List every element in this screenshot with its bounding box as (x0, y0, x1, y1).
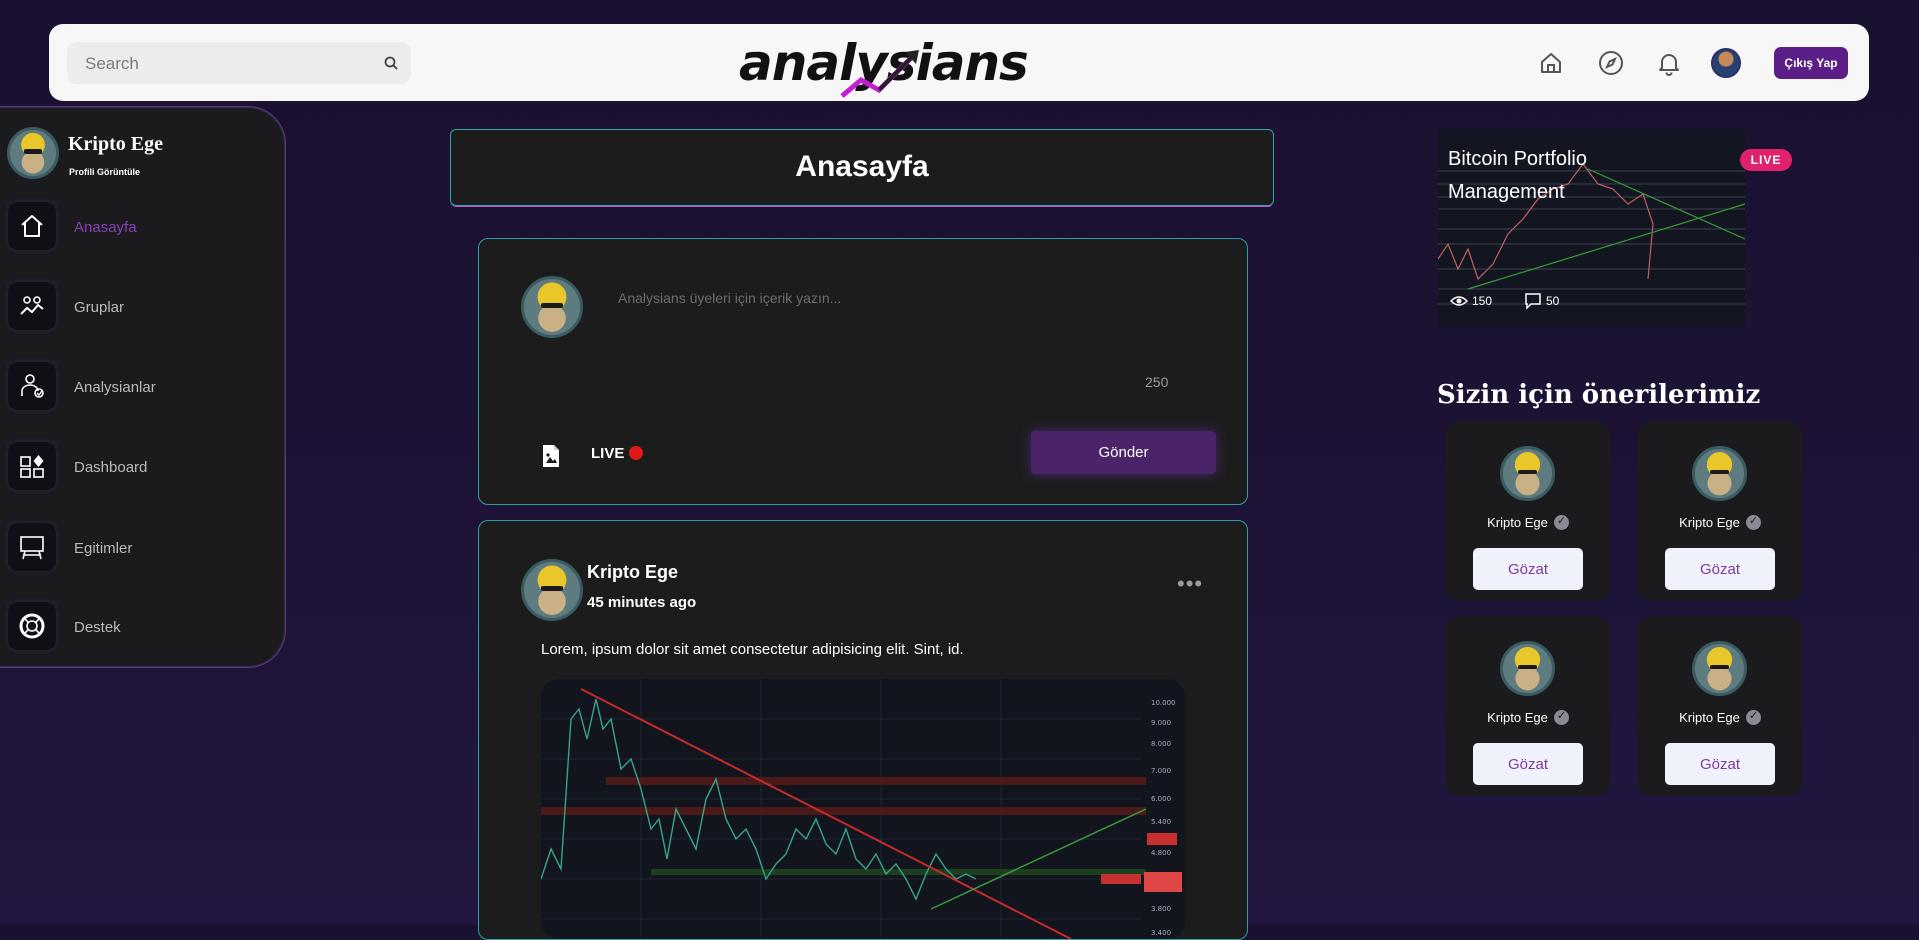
compose-card: Analysians üyeleri için içerik yazın... … (478, 238, 1248, 505)
attach-image-icon[interactable] (541, 444, 561, 468)
recommendation-card: Kripto Ege Gözat (1638, 616, 1802, 796)
svg-text:3.400: 3.400 (1151, 929, 1171, 937)
send-button[interactable]: Gönder (1031, 431, 1216, 474)
live-indicator[interactable] (629, 446, 643, 460)
recommendation-name: Kripto Ege (1638, 514, 1802, 530)
recommendation-name-text: Kripto Ege (1487, 710, 1548, 725)
svg-text:3.800: 3.800 (1151, 905, 1171, 913)
sidebar-item-label: Dashboard (74, 459, 148, 476)
live-label[interactable]: LIVE (591, 445, 624, 462)
analysians-logo[interactable]: analysians (739, 30, 1029, 98)
post-timestamp: 45 minutes ago (587, 594, 697, 611)
compass-icon[interactable] (1597, 49, 1625, 77)
svg-text:8.000: 8.000 (1151, 740, 1171, 748)
recommendation-card: Kripto Ege Gözat (1446, 421, 1610, 601)
page-title-box: Anasayfa (450, 129, 1274, 206)
chart-drawing: 10.000 9.000 8.000 7.000 6.000 5.400 4.8… (541, 679, 1182, 939)
browse-button[interactable]: Gözat (1473, 743, 1583, 785)
group-chart-icon (8, 282, 56, 330)
recommendation-card: Kripto Ege Gözat (1638, 421, 1802, 601)
comment-count: 50 (1524, 292, 1559, 310)
sidebar: Kripto Ege Profili Görüntüle Anasayfa Gr… (0, 106, 286, 668)
search-box (67, 42, 411, 86)
live-badge: LIVE (1740, 149, 1792, 171)
svg-text:4.800: 4.800 (1151, 849, 1171, 857)
search-icon[interactable] (383, 55, 399, 71)
svg-text:5.400: 5.400 (1151, 818, 1171, 826)
recommendation-name-text: Kripto Ege (1679, 710, 1740, 725)
compose-input[interactable]: Analysians üyeleri için içerik yazın... (618, 290, 841, 306)
post-author-name[interactable]: Kripto Ege (587, 562, 678, 583)
char-counter: 250 (1145, 374, 1169, 390)
browse-button[interactable]: Gözat (1665, 548, 1775, 590)
logout-button[interactable]: Çıkış Yap (1774, 47, 1848, 79)
recommendation-avatar[interactable] (1500, 641, 1555, 696)
sidebar-item-label: Analysianlar (74, 379, 156, 396)
verified-badge-icon (1745, 514, 1761, 530)
svg-text:7.000: 7.000 (1151, 767, 1171, 775)
verified-badge-icon (1745, 709, 1761, 725)
verified-badge-icon (1553, 514, 1569, 530)
verified-badge-icon (1553, 709, 1569, 725)
recommendation-name: Kripto Ege (1446, 709, 1610, 725)
post-card: Kripto Ege 45 minutes ago ••• Lorem, ips… (478, 520, 1248, 940)
sidebar-item-label: Anasayfa (74, 219, 137, 236)
svg-text:10.000: 10.000 (1151, 699, 1176, 707)
analyst-icon (8, 362, 56, 410)
sidebar-item-label: Destek (74, 619, 121, 636)
recommendation-card: Kripto Ege Gözat (1446, 616, 1610, 796)
browse-button[interactable]: Gözat (1473, 548, 1583, 590)
user-avatar[interactable] (1711, 48, 1741, 78)
recommendation-avatar[interactable] (1500, 446, 1555, 501)
comment-icon (1525, 293, 1541, 310)
recommendation-name: Kripto Ege (1446, 514, 1610, 530)
view-count-value: 150 (1472, 294, 1493, 308)
profile-name[interactable]: Kripto Ege (68, 133, 163, 156)
sidebar-item-anasayfa[interactable]: Anasayfa (8, 202, 268, 252)
more-options-icon[interactable]: ••• (1177, 571, 1203, 597)
live-stream-card[interactable]: Bitcoin Portfolio Management 150 50 (1438, 129, 1745, 326)
post-chart-image[interactable]: 10.000 9.000 8.000 7.000 6.000 5.400 4.8… (541, 679, 1185, 939)
view-count: 150 (1449, 292, 1493, 310)
sidebar-item-gruplar[interactable]: Gruplar (8, 282, 268, 332)
recommendation-name: Kripto Ege (1638, 709, 1802, 725)
compose-avatar (521, 276, 583, 338)
eye-icon (1449, 296, 1469, 306)
search-input[interactable] (83, 42, 377, 86)
sidebar-item-label: Egitimler (74, 540, 133, 557)
sidebar-item-label: Gruplar (74, 299, 125, 316)
live-stream-title: Bitcoin Portfolio Management (1448, 148, 1587, 203)
board-icon (8, 523, 56, 571)
lifebuoy-icon (8, 602, 56, 650)
sidebar-item-destek[interactable]: Destek (8, 602, 268, 652)
recommendation-avatar[interactable] (1692, 446, 1747, 501)
browse-button[interactable]: Gözat (1665, 743, 1775, 785)
recommendation-avatar[interactable] (1692, 641, 1747, 696)
sidebar-item-egitimler[interactable]: Egitimler (8, 523, 268, 573)
comment-count-value: 50 (1546, 294, 1560, 308)
recommendation-name-text: Kripto Ege (1679, 515, 1740, 530)
sidebar-item-analysianlar[interactable]: Analysianlar (8, 362, 268, 412)
svg-text:9.000: 9.000 (1151, 719, 1171, 727)
view-profile-link[interactable]: Profili Görüntüle (69, 167, 140, 177)
sidebar-item-dashboard[interactable]: Dashboard (8, 442, 268, 492)
top-navigation-bar: analysians Çıkış Yap (49, 24, 1869, 101)
post-body-text: Lorem, ipsum dolor sit amet consectetur … (541, 641, 964, 658)
logo-arrow-icon (840, 50, 919, 98)
profile-avatar[interactable] (7, 127, 59, 179)
recommendation-name-text: Kripto Ege (1487, 515, 1548, 530)
recommendations-title: Sizin için önerilerimiz (1437, 380, 1761, 410)
svg-text:6.000: 6.000 (1151, 795, 1171, 803)
home-icon[interactable] (1537, 49, 1565, 77)
bell-icon[interactable] (1655, 49, 1683, 77)
home-icon (8, 202, 56, 250)
dashboard-icon (8, 442, 56, 490)
post-author-avatar[interactable] (521, 559, 583, 621)
page-title: Anasayfa (795, 150, 929, 183)
